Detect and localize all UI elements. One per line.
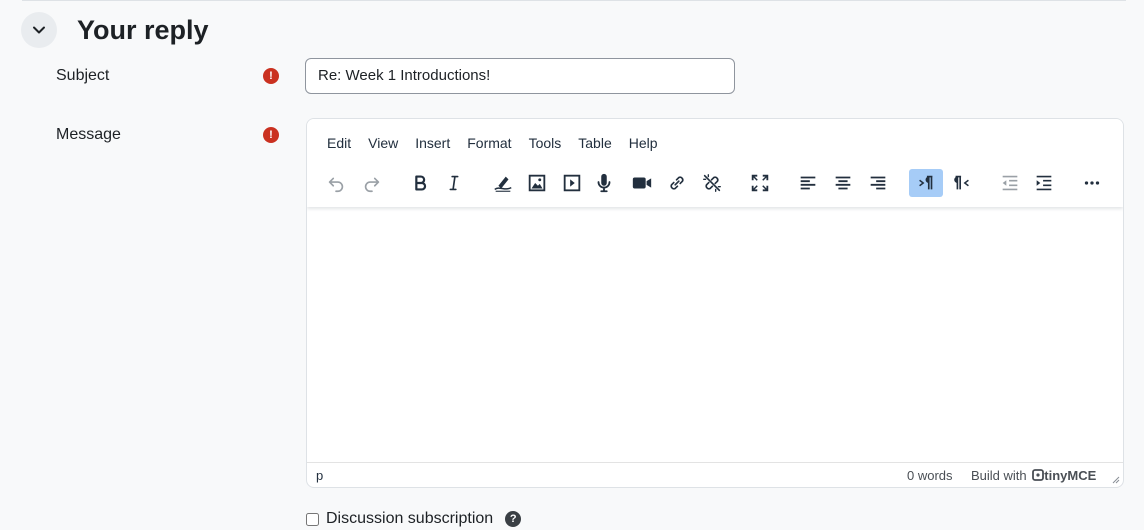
image-icon	[528, 174, 546, 192]
record-audio-button[interactable]	[587, 169, 621, 197]
word-count[interactable]: 0 words	[907, 468, 953, 483]
subscription-label[interactable]: Discussion subscription	[326, 510, 493, 528]
chevron-down-icon	[33, 26, 45, 34]
menu-edit[interactable]: Edit	[318, 131, 360, 155]
menu-tools[interactable]: Tools	[520, 131, 570, 155]
redo-button[interactable]	[355, 169, 389, 197]
align-left-icon	[800, 176, 816, 190]
outdent-button[interactable]	[993, 169, 1027, 197]
media-button[interactable]	[555, 169, 589, 197]
align-center-button[interactable]	[826, 169, 860, 197]
menu-table[interactable]: Table	[570, 131, 620, 155]
italic-icon	[449, 175, 459, 191]
menu-format[interactable]: Format	[459, 131, 520, 155]
editor-menubar: Edit View Insert Format Tools Table Help	[307, 131, 666, 155]
align-right-button[interactable]	[861, 169, 895, 197]
undo-icon	[328, 177, 344, 193]
bold-button[interactable]	[403, 169, 437, 197]
rtl-button[interactable]	[945, 169, 979, 197]
ltr-icon	[919, 175, 933, 190]
subscription-row: Discussion subscription ?	[305, 510, 522, 528]
menu-help[interactable]: Help	[620, 131, 666, 155]
draw-icon	[494, 176, 512, 192]
subject-label: Subject	[56, 67, 110, 84]
media-icon	[563, 174, 581, 192]
editor-statusbar: p 0 words Build with tinyMCE	[307, 462, 1123, 487]
required-icon: !	[263, 127, 279, 143]
required-icon: !	[263, 68, 279, 84]
align-center-icon	[835, 176, 851, 190]
unlink-button[interactable]	[695, 169, 729, 197]
collapse-section-button[interactable]	[21, 12, 57, 48]
record-video-button[interactable]	[625, 169, 659, 197]
section-title: Your reply	[77, 15, 209, 45]
resize-handle-icon[interactable]	[1110, 474, 1120, 484]
element-path[interactable]: p	[316, 468, 323, 483]
more-icon	[1084, 181, 1100, 185]
outdent-icon	[1002, 175, 1018, 191]
rtl-icon	[954, 175, 969, 190]
subject-input[interactable]: Re: Week 1 Introductions!	[305, 58, 735, 94]
italic-button[interactable]	[437, 169, 471, 197]
powered-by[interactable]: Build with tinyMCE	[971, 468, 1096, 483]
unlink-icon	[703, 174, 721, 192]
powered-by-text: Build with	[971, 468, 1027, 483]
message-editor[interactable]: Edit View Insert Format Tools Table Help	[306, 118, 1124, 488]
top-divider	[22, 0, 1126, 1]
menu-insert[interactable]: Insert	[407, 131, 459, 155]
record-video-icon	[632, 177, 652, 189]
align-left-button[interactable]	[791, 169, 825, 197]
bold-icon	[415, 175, 427, 191]
fullscreen-icon	[751, 174, 769, 192]
help-icon[interactable]: ?	[505, 511, 522, 527]
redo-icon	[364, 177, 380, 193]
link-button[interactable]	[660, 169, 694, 197]
fullscreen-button[interactable]	[743, 169, 777, 197]
record-audio-icon	[597, 173, 611, 193]
link-icon	[670, 176, 684, 190]
more-button[interactable]	[1075, 169, 1109, 197]
indent-button[interactable]	[1027, 169, 1061, 197]
indent-icon	[1036, 175, 1052, 191]
subscription-checkbox[interactable]	[306, 512, 319, 526]
undo-button[interactable]	[319, 169, 353, 197]
menu-view[interactable]: View	[360, 131, 407, 155]
tinymce-brand: tinyMCE	[1044, 468, 1097, 483]
draw-button[interactable]	[486, 169, 520, 197]
image-button[interactable]	[520, 169, 554, 197]
tinymce-logo-icon	[1032, 469, 1045, 481]
ltr-button[interactable]	[909, 169, 943, 197]
align-right-icon	[870, 176, 886, 190]
message-label: Message	[56, 126, 121, 143]
